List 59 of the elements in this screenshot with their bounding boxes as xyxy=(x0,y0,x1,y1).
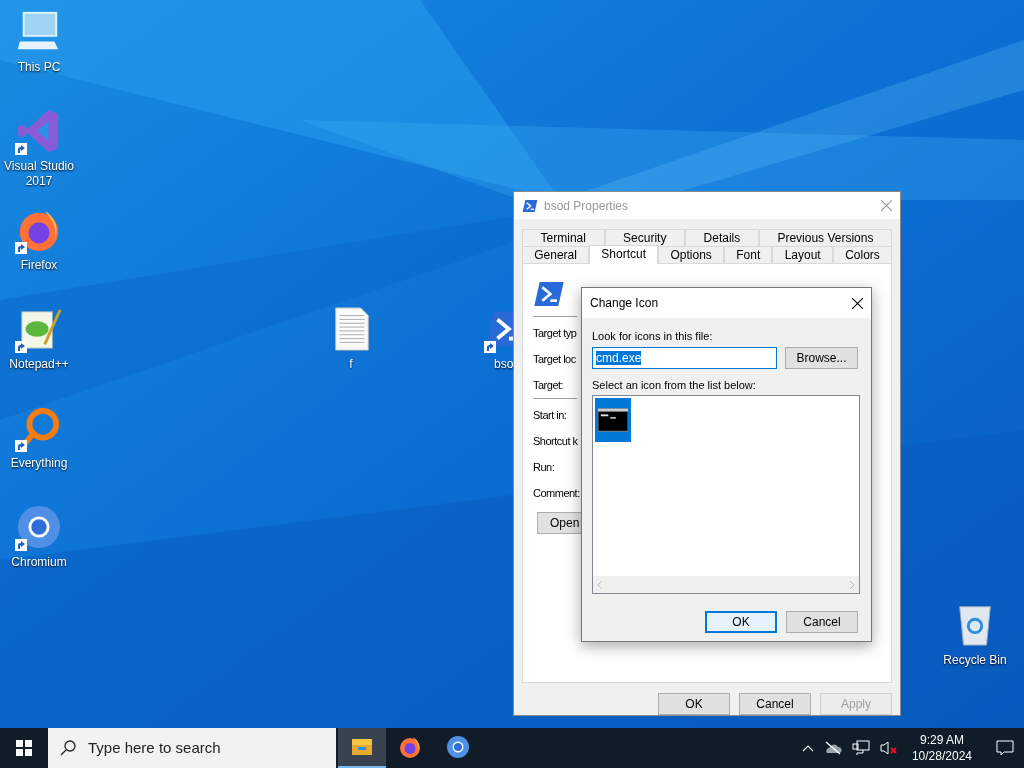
console-icon[interactable] xyxy=(598,405,628,435)
browse-button[interactable]: Browse... xyxy=(785,346,858,369)
chromium-icon xyxy=(446,735,470,759)
tab[interactable]: Options xyxy=(658,246,725,263)
clock-date[interactable]: 10/28/2024 xyxy=(911,748,972,764)
shortcut-arrow-icon xyxy=(15,440,27,452)
shortcut-arrow-icon xyxy=(15,143,27,155)
chevron-up-icon[interactable] xyxy=(801,744,814,752)
desktop-icon-label[interactable]: Visual Studio 2017 xyxy=(0,159,78,189)
close-icon[interactable] xyxy=(852,297,863,309)
dialog-title: Change Icon xyxy=(590,295,659,312)
windows-logo-icon[interactable] xyxy=(16,740,32,756)
field-label: Shortcut k xyxy=(533,435,577,448)
file-input-field[interactable]: cmd.exe xyxy=(592,346,777,369)
tab[interactable]: Security xyxy=(604,229,685,246)
clock-time[interactable]: 9:29 AM xyxy=(919,732,964,748)
tab[interactable]: Shortcut xyxy=(589,245,659,264)
tab[interactable]: Layout xyxy=(772,246,833,263)
tab[interactable]: Colors xyxy=(832,246,893,263)
desktop-icon-label[interactable]: Everything xyxy=(10,456,68,471)
tab[interactable]: Details xyxy=(685,229,759,246)
desktop-icon-label[interactable]: bso xyxy=(494,357,514,372)
shortcut-arrow-icon xyxy=(15,341,27,353)
icon-list-item[interactable] xyxy=(595,398,631,442)
desktop-icon-label[interactable]: f xyxy=(349,357,353,372)
field-label: Select an icon from the list below: xyxy=(592,377,757,393)
desktop-icon-label[interactable]: Chromium xyxy=(11,555,67,570)
shortcut-arrow-icon xyxy=(15,242,27,254)
dialog-button[interactable]: OK xyxy=(705,611,777,633)
field-label: Look for icons in this file: xyxy=(592,329,714,344)
field-label: Run: xyxy=(533,461,556,474)
dialog-button[interactable]: Cancel xyxy=(739,693,811,715)
tab[interactable]: Font xyxy=(724,246,773,263)
chromium-icon xyxy=(16,504,62,550)
field-label: Start in: xyxy=(533,409,568,422)
shortcut-arrow-icon xyxy=(15,539,27,551)
dialog-button[interactable]: OK xyxy=(658,693,730,715)
field-label: Target loc xyxy=(533,353,577,366)
cloud-off-icon[interactable] xyxy=(823,741,842,755)
tab[interactable]: Previous Versions xyxy=(758,229,892,246)
search-icon xyxy=(60,740,76,756)
network-icon[interactable] xyxy=(851,740,870,756)
desktop-icon-label[interactable]: Firefox xyxy=(20,258,58,273)
icon-list[interactable] xyxy=(592,395,860,594)
search-field[interactable]: Type here to search xyxy=(48,728,336,768)
tab[interactable]: Terminal xyxy=(522,229,605,246)
shortcut-arrow-icon xyxy=(484,341,496,353)
tab[interactable]: General xyxy=(522,246,590,263)
dialog-button[interactable]: Cancel xyxy=(786,611,858,633)
desktop-icon-label[interactable]: Notepad++ xyxy=(9,357,69,372)
taskbar-app[interactable] xyxy=(338,728,386,768)
speaker-icon[interactable] xyxy=(879,740,898,756)
field-label: Target typ xyxy=(533,327,577,340)
notification-icon[interactable] xyxy=(996,740,1014,756)
firefox-icon xyxy=(398,735,422,759)
field-label: Target: xyxy=(533,379,565,392)
terminal-prompt-icon xyxy=(522,197,538,214)
desktop-icon-label[interactable]: Recycle Bin xyxy=(943,651,1007,669)
window-title: bsod Properties xyxy=(544,197,629,215)
